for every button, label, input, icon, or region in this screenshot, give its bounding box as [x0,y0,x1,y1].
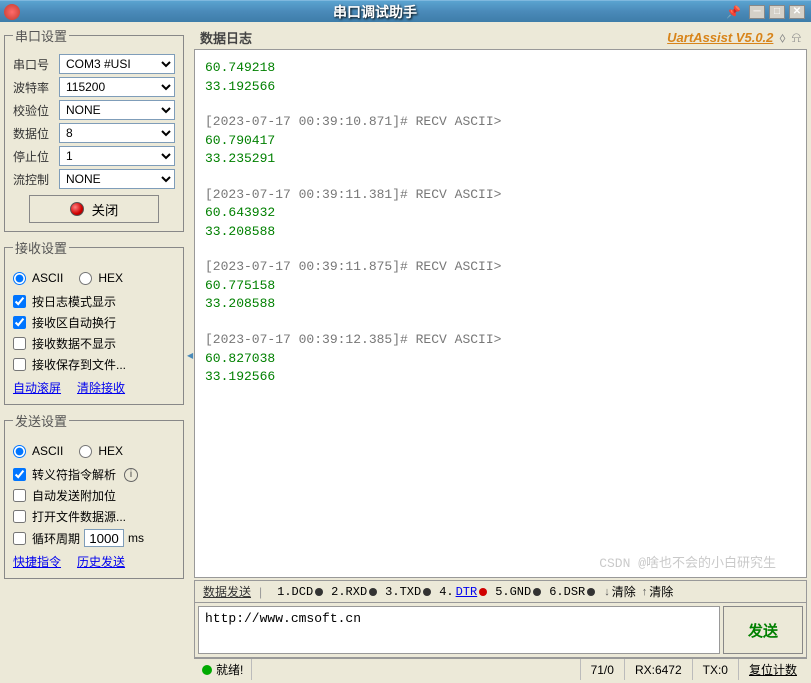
signal-dot-icon [315,588,323,596]
flow-select[interactable]: NONE [59,169,175,189]
diamond-icon[interactable]: ⬨ [779,29,785,46]
stopbits-label: 停止位 [13,148,55,165]
signal-dot-icon [587,588,595,596]
log-header: 数据日志 UartAssist V5.0.2 ⬨ ⍾ [194,26,807,50]
send-legend: 发送设置 [13,411,69,430]
flow-label: 流控制 [13,171,55,188]
stopbits-select[interactable]: 1 [59,146,175,166]
status-tx: TX:0 [692,659,738,680]
brand-label[interactable]: UartAssist V5.0.2 [667,30,773,45]
send-escape-check[interactable] [13,468,26,481]
signal-dcd[interactable]: 1.DCD [277,585,323,599]
port-select[interactable]: COM3 #USI [59,54,175,74]
app-icon [4,4,20,20]
log-value: 60.643932 [205,204,796,222]
clear-recv-link[interactable]: 清除接收 [77,379,125,396]
recv-save-check[interactable] [13,358,26,371]
send-autoextra-check[interactable] [13,489,26,502]
signal-dot-icon [369,588,377,596]
recv-hide-check[interactable] [13,337,26,350]
send-tab[interactable]: 数据发送 [199,583,255,600]
signal-rxd[interactable]: 2.RXD [331,585,377,599]
signal-dot-icon [533,588,541,596]
send-openfile-check[interactable] [13,510,26,523]
databits-select[interactable]: 8 [59,123,175,143]
recv-logmode-check[interactable] [13,295,26,308]
log-timestamp: [2023-07-17 00:39:12.385]# RECV ASCII> [205,331,796,349]
log-value: 33.192566 [205,78,796,96]
ready-label: 就绪! [216,661,243,678]
send-input[interactable] [198,606,720,654]
serial-legend: 串口设置 [13,26,69,45]
log-value: 33.208588 [205,295,796,313]
signal-dot-icon [423,588,431,596]
connect-button[interactable]: 关闭 [29,195,159,223]
log-timestamp: [2023-07-17 00:39:11.875]# RECV ASCII> [205,258,796,276]
maximize-button[interactable]: □ [769,5,785,19]
log-value: 60.827038 [205,350,796,368]
baud-select[interactable]: 115200 [59,77,175,97]
log-timestamp: [2023-07-17 00:39:10.871]# RECV ASCII> [205,113,796,131]
signal-dot-icon [479,588,487,596]
log-value: 60.790417 [205,132,796,150]
recv-settings-group: 接收设置 ASCII HEX 按日志模式显示 接收区自动换行 接收数据不显示 接… [4,238,184,405]
send-button[interactable]: 发送 [723,606,803,654]
log-value: 60.749218 [205,59,796,77]
send-settings-group: 发送设置 ASCII HEX 转义符指令解析i 自动发送附加位 打开文件数据源.… [4,411,184,579]
send-loop-check[interactable] [13,532,26,545]
arrow-up-icon: ↑ [642,586,648,598]
parity-select[interactable]: NONE [59,100,175,120]
sidebar: 串口设置 串口号COM3 #USI 波特率115200 校验位NONE 数据位8… [0,22,188,680]
ready-led-icon [202,665,212,675]
minimize-button[interactable]: ─ [749,5,765,19]
connect-button-label: 关闭 [92,200,119,219]
clear-send-button[interactable]: ↓清除 [604,583,636,600]
watermark: CSDN @啥也不会的小白研究生 [599,552,776,571]
loop-period-input[interactable] [84,529,124,547]
databits-label: 数据位 [13,125,55,142]
recv-ascii-radio[interactable] [13,272,26,285]
clear-log-button[interactable]: ↑清除 [642,583,674,600]
log-output[interactable]: 60.74921833.192566[2023-07-17 00:39:10.8… [194,50,807,578]
connection-led-icon [70,202,84,216]
pin-icon[interactable]: 📌 [726,5,741,19]
send-ascii-radio[interactable] [13,445,26,458]
reset-counter-button[interactable]: 复位计数 [738,659,807,680]
shortcut-link[interactable]: 快捷指令 [13,553,61,570]
recv-legend: 接收设置 [13,238,69,257]
arrow-down-icon: ↓ [604,586,610,598]
history-link[interactable]: 历史发送 [77,553,125,570]
port-label: 串口号 [13,56,55,73]
bell-icon[interactable]: ⍾ [792,29,801,46]
recv-hex-radio[interactable] [79,272,92,285]
parity-label: 校验位 [13,102,55,119]
log-value: 60.775158 [205,277,796,295]
log-timestamp: [2023-07-17 00:39:11.381]# RECV ASCII> [205,186,796,204]
log-title: 数据日志 [200,28,252,47]
signal-dtr[interactable]: 4.DTR [439,585,487,599]
status-counts: 71/0 [580,659,624,680]
signal-txd[interactable]: 3.TXD [385,585,431,599]
baud-label: 波特率 [13,79,55,96]
send-hex-radio[interactable] [79,445,92,458]
signal-dsr[interactable]: 6.DSR [549,585,595,599]
log-value: 33.235291 [205,150,796,168]
signal-gnd[interactable]: 5.GND [495,585,541,599]
statusbar: 就绪! 71/0 RX:6472 TX:0 复位计数 [194,658,807,680]
close-button[interactable]: ✕ [789,5,805,19]
status-rx: RX:6472 [624,659,692,680]
app-title: 串口调试助手 [24,2,726,22]
help-icon[interactable]: i [124,468,138,482]
serial-settings-group: 串口设置 串口号COM3 #USI 波特率115200 校验位NONE 数据位8… [4,26,184,232]
log-value: 33.192566 [205,368,796,386]
send-panel: 数据发送 | 1.DCD2.RXD3.TXD4.DTR5.GND6.DSR ↓清… [194,580,807,658]
recv-autowrap-check[interactable] [13,316,26,329]
log-value: 33.208588 [205,223,796,241]
titlebar: 串口调试助手 📌 ─ □ ✕ [0,0,811,22]
autoscroll-link[interactable]: 自动滚屏 [13,379,61,396]
